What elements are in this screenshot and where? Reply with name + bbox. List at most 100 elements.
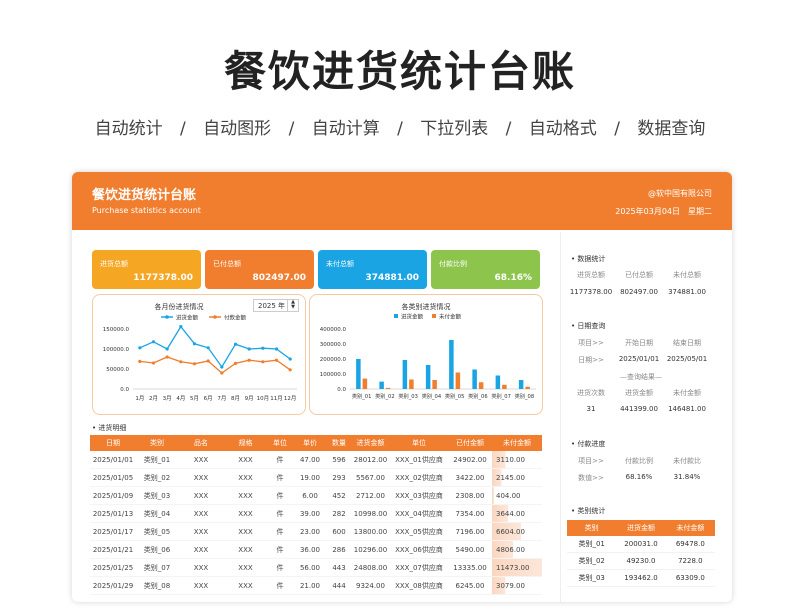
x-tick-label: 2月 xyxy=(149,395,158,402)
table-cell: 10296.00 xyxy=(351,540,390,559)
table-cell: 404.00 xyxy=(492,486,542,505)
table-cell: XXX_07供应商 xyxy=(390,558,448,577)
legend-label: 进货金额 xyxy=(401,313,424,321)
table-cell: 5567.00 xyxy=(351,468,390,487)
table-cell: 件 xyxy=(267,522,293,541)
payment-header: 未付款比 xyxy=(673,457,701,465)
bar xyxy=(409,379,414,389)
stats-value: 1177378.00 xyxy=(569,288,613,296)
table-cell: 2025/01/21 xyxy=(90,540,136,559)
table-cell: XXX xyxy=(224,540,267,559)
series-line xyxy=(139,356,291,374)
feature-separator: / xyxy=(505,119,512,139)
card-unpaid-total: 未付总额 374881.00 xyxy=(318,250,427,289)
x-tick-label: 类别_01 xyxy=(352,392,372,400)
data-point xyxy=(247,358,251,362)
x-tick-label: 类别_08 xyxy=(515,392,535,400)
table-cell: 3110.00 xyxy=(492,451,542,469)
detail-table: 日期 类别 品名 规格 单位 单价 数量 进货金额 单位 已付金额 未付金额 2025/01/01 类… xyxy=(90,435,542,595)
feature-item: 自动统计 xyxy=(94,119,163,139)
table-cell: 件 xyxy=(267,468,293,487)
category-stats-header: 类别 xyxy=(567,520,617,536)
feature-list: 自动统计 / 自动图形 / 自动计算 / 下拉列表 / 自动格式 / 数据查询 xyxy=(0,114,800,139)
x-tick-label: 类别_03 xyxy=(398,392,418,400)
table-cell: 3644.00 xyxy=(492,504,542,523)
table-cell: 4806.00 xyxy=(492,540,542,559)
table-row[interactable]: 2025/01/13 类别_04 XXX XXX 件 39.00 282 10998.00 XX… xyxy=(90,504,542,523)
table-cell: 444 xyxy=(327,576,351,595)
data-point xyxy=(220,365,224,369)
data-point xyxy=(165,355,169,359)
panel-title: 餐饮进货统计台账 xyxy=(92,188,197,203)
table-cell: 类别_06 xyxy=(136,540,178,559)
header-date: 2025年03月04日 星期二 xyxy=(607,206,712,217)
bar xyxy=(518,380,524,389)
table-cell: XXX xyxy=(224,486,267,505)
table-cell: 6604.00 xyxy=(492,522,542,541)
table-cell: 282 xyxy=(327,504,351,523)
card-purchase-total: 进货总额 1177378.00 xyxy=(92,250,201,289)
table-cell: XXX xyxy=(224,576,267,595)
query-start-date[interactable]: 2025/01/01 xyxy=(614,355,664,363)
table-cell: XXX_02供应商 xyxy=(390,468,448,487)
table-cell: 7196.00 xyxy=(448,522,492,541)
table-row[interactable]: 2025/01/05 类别_02 XXX XXX 件 19.00 293 5567.00 XXX… xyxy=(90,468,542,487)
table-cell: 件 xyxy=(267,576,293,595)
data-point xyxy=(233,361,238,365)
detail-column-header: 品名 xyxy=(178,435,224,451)
detail-column-header: 规格 xyxy=(224,435,267,451)
data-point xyxy=(288,368,292,372)
stats-header: 未付总额 xyxy=(673,271,701,279)
data-point xyxy=(220,371,224,375)
table-cell: 13800.00 xyxy=(351,522,390,541)
company-name: @软中国有限公司 xyxy=(648,189,712,198)
query-result-header: 未付金额 xyxy=(673,389,701,397)
bar xyxy=(379,381,384,389)
table-cell: 2025/01/05 xyxy=(90,468,136,487)
legend-dot xyxy=(165,315,169,319)
category-chart: 各类别进货情况 进货金额 未付金额 400000.0 300000.0 200000.0… xyxy=(309,294,543,415)
y-tick-label: 150000.0 xyxy=(103,327,130,333)
feature-separator: / xyxy=(180,119,186,139)
table-cell: XXX xyxy=(224,468,267,487)
table-row[interactable]: 2025/01/09 类别_03 XXX XXX 件 6.00 452 2712.00 XXX_… xyxy=(90,486,542,505)
table-cell: 5490.00 xyxy=(448,540,492,559)
query-result-value: 146481.00 xyxy=(668,405,706,413)
stats-header: 已付总额 xyxy=(625,271,653,279)
current-date: 2025年03月04日 xyxy=(615,207,680,216)
data-point xyxy=(151,340,156,344)
table-cell: 452 xyxy=(327,486,351,505)
category-stats-header: 进货金额 xyxy=(616,520,666,536)
table-row[interactable]: 2025/01/25 类别_07 XXX XXX 件 56.00 443 24808.00 XX… xyxy=(90,558,542,577)
feature-item: 下拉列表 xyxy=(420,119,489,139)
legend-label: 付款金额 xyxy=(224,314,247,322)
table-row[interactable]: 2025/01/21 类别_06 XXX XXX 件 36.00 286 10296.00 XX… xyxy=(90,540,542,559)
table-cell: 7354.00 xyxy=(448,504,492,523)
right-sidebar: • 数据统计 进货总额 已付总额 未付总额 1177378.00 802497.… xyxy=(560,232,731,602)
detail-section-title: • 进货明细 xyxy=(92,424,127,432)
data-point xyxy=(247,347,251,351)
bar xyxy=(432,380,437,389)
table-cell: 13335.00 xyxy=(448,558,492,577)
data-point xyxy=(165,347,169,351)
table-cell: XXX_06供应商 xyxy=(390,540,448,559)
table-cell: 2025/01/01 xyxy=(90,451,136,469)
query-end-date[interactable]: 2025/05/01 xyxy=(662,355,712,363)
y-tick-label: 300000.0 xyxy=(320,342,347,348)
table-cell: XXX xyxy=(224,522,267,541)
query-result-title: —查询结果— xyxy=(620,373,662,381)
feature-separator: / xyxy=(614,119,620,139)
table-row[interactable]: 2025/01/29 类别_08 XXX XXX 件 21.00 444 9324.00 XXX… xyxy=(90,576,542,595)
bar xyxy=(425,365,431,389)
data-point xyxy=(206,359,210,363)
table-cell: 类别_02 xyxy=(136,468,178,487)
table-row[interactable]: 2025/01/17 类别_05 XXX XXX 件 23.00 600 13800.00 XX… xyxy=(90,522,542,541)
table-row[interactable]: 2025/01/01 类别_01 XXX XXX 件 47.00 596 28012.00 XX… xyxy=(90,451,542,469)
card-value: 802497.00 xyxy=(252,273,306,283)
detail-column-header: 数量 xyxy=(327,435,351,451)
data-point xyxy=(151,361,156,365)
feature-item: 自动格式 xyxy=(528,119,597,139)
table-cell: 2308.00 xyxy=(448,486,492,505)
feature-separator: / xyxy=(397,119,403,139)
table-cell: 2712.00 xyxy=(351,486,390,505)
